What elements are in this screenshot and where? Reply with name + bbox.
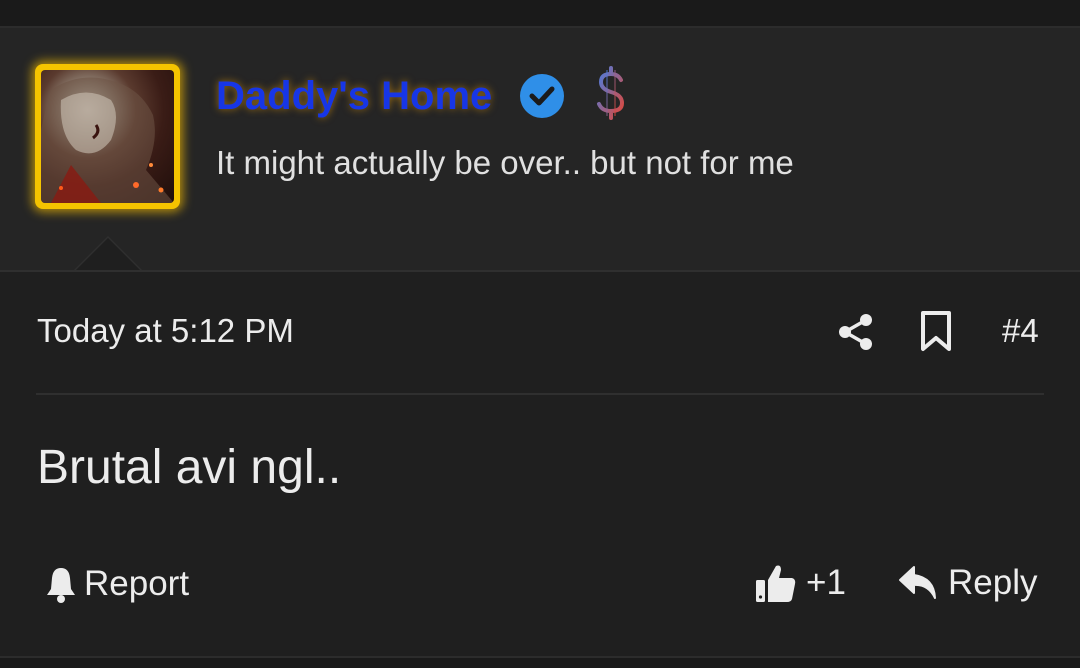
divider: [36, 393, 1044, 395]
report-button[interactable]: Report: [44, 562, 189, 606]
author-tagline: It might actually be over.. but not for …: [216, 144, 794, 181]
post-timestamp[interactable]: Today at 5:12 PM: [37, 311, 294, 351]
avatar-image: [41, 70, 174, 203]
thumbs-up-icon: [756, 565, 796, 602]
post-number-link[interactable]: #4: [1002, 311, 1039, 351]
bell-icon: [47, 568, 75, 603]
report-label: Report: [84, 564, 190, 603]
top-strip: [0, 0, 1080, 28]
post-content: Brutal avi ngl..: [37, 441, 342, 494]
like-button[interactable]: +1: [754, 560, 846, 606]
dollar-sign-icon: [597, 66, 625, 120]
avatar[interactable]: [35, 64, 180, 209]
bookmark-icon[interactable]: [918, 310, 954, 352]
verified-check-icon: [520, 74, 564, 118]
bottom-strip: [0, 656, 1080, 668]
reply-button[interactable]: Reply: [898, 560, 1037, 606]
reply-arrow-icon: [899, 566, 936, 599]
reply-label: Reply: [948, 563, 1038, 602]
author-username[interactable]: Daddy's Home: [216, 72, 492, 120]
share-icon[interactable]: [836, 312, 876, 352]
like-count: +1: [806, 563, 846, 602]
